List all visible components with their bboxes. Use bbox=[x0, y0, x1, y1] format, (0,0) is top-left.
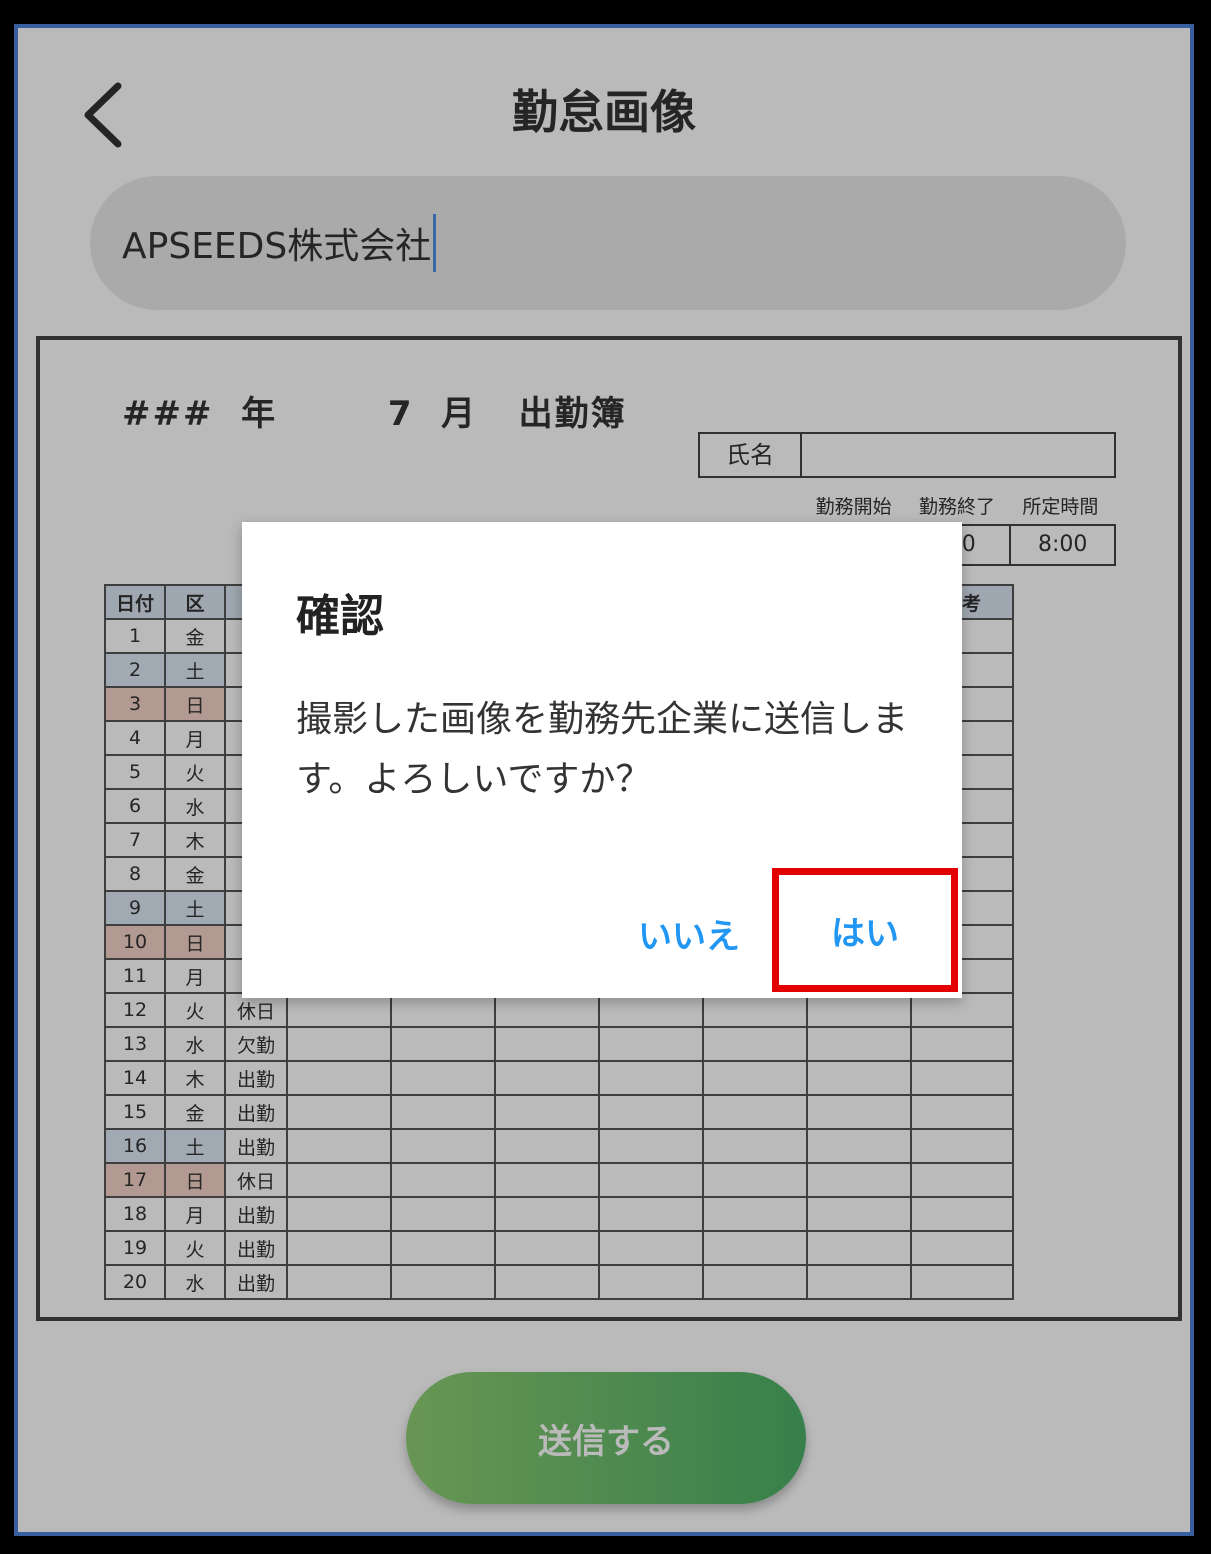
phone-frame: 勤怠画像 APSEEDS株式会社 ### 年 7 月 出勤簿 氏名 勤務開始 勤… bbox=[14, 24, 1194, 1536]
no-button[interactable]: いいえ bbox=[632, 908, 746, 959]
screen: 勤怠画像 APSEEDS株式会社 ### 年 7 月 出勤簿 氏名 勤務開始 勤… bbox=[18, 28, 1190, 1532]
dialog-title: 確認 bbox=[296, 591, 384, 642]
confirm-dialog: 確認 撮影した画像を勤務先企業に送信します。よろしいですか？ いいえ はい bbox=[242, 522, 962, 998]
yes-button[interactable]: はい bbox=[790, 884, 940, 976]
dialog-message: 撮影した画像を勤務先企業に送信します。よろしいですか？ bbox=[296, 699, 909, 800]
